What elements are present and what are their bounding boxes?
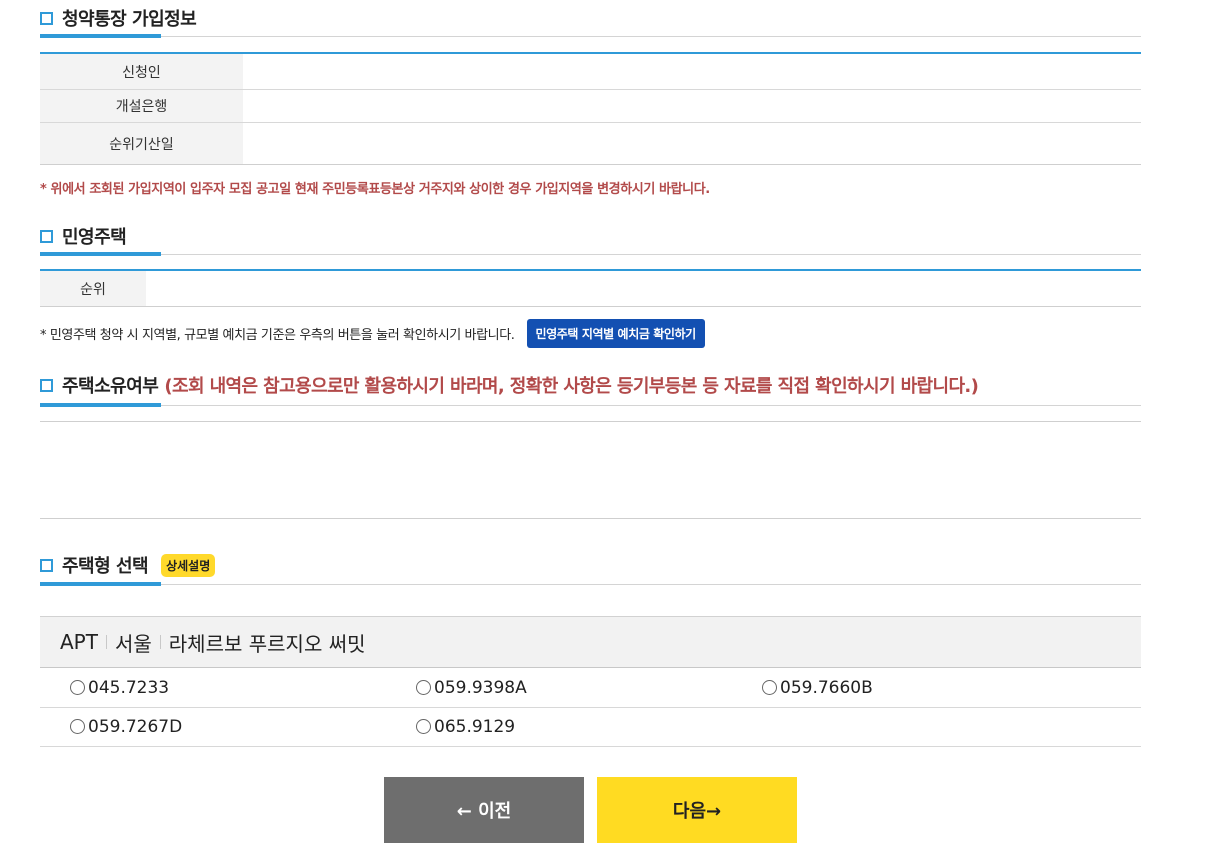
applicant-value — [243, 54, 1141, 89]
option-label: 059.7660B — [780, 677, 873, 698]
ownership-section-note: (조회 내역은 참고용으로만 활용하시기 바라며, 정확한 사항은 등기부등본 … — [164, 376, 979, 397]
region-warning-text: * 위에서 조회된 가입지역이 입주자 모집 공고일 현재 주민등록표등본상 거… — [40, 182, 710, 197]
bank-label: 개설은행 — [40, 90, 243, 122]
housing-option-045-7233[interactable]: 045.7233 — [70, 668, 169, 707]
ownership-result-area — [40, 421, 1141, 519]
radio-icon[interactable] — [416, 719, 431, 734]
radio-icon[interactable] — [70, 680, 85, 695]
radio-icon[interactable] — [762, 680, 777, 695]
bank-value — [243, 90, 1141, 122]
radio-icon[interactable] — [70, 719, 85, 734]
applicant-label: 신청인 — [40, 54, 243, 89]
private-section-header: 민영주택 — [40, 218, 1141, 256]
ownership-section-header: 주택소유여부 (조회 내역은 참고용으로만 활용하시기 바라며, 정확한 사항은… — [40, 365, 1141, 407]
account-info-table: 신청인 개설은행 순위기산일 — [40, 52, 1141, 165]
account-section-header: 청약통장 가입정보 — [40, 0, 1141, 38]
square-bullet-icon — [40, 378, 53, 392]
breadcrumb-type: APT — [60, 630, 98, 654]
option-row: 045.7233 059.9398A 059.7660B — [40, 668, 1141, 708]
rank-start-date-label: 순위기산일 — [40, 123, 243, 164]
type-section-title: 주택형 선택 — [62, 556, 149, 577]
square-bullet-icon — [40, 558, 53, 572]
breadcrumb-complex: 라체르보 푸르지오 써밋 — [168, 631, 366, 656]
option-label: 059.9398A — [434, 677, 527, 698]
rank-start-date-value — [243, 123, 1141, 164]
section-underbar — [40, 403, 161, 407]
housing-option-059-7660b[interactable]: 059.7660B — [762, 668, 873, 707]
housing-option-059-9398a[interactable]: 059.9398A — [416, 668, 527, 707]
ownership-section-title: 주택소유여부 — [62, 376, 159, 397]
application-form: 청약통장 가입정보 신청인 개설은행 순위기산일 * 위에서 조회된 가입지역이… — [40, 0, 1141, 852]
private-section-title: 민영주택 — [62, 227, 127, 248]
next-button[interactable]: 다음→ — [597, 777, 797, 843]
square-bullet-icon — [40, 229, 53, 243]
option-label: 065.9129 — [434, 716, 516, 737]
type-section-header: 주택형 선택 상세설명 — [40, 546, 1141, 586]
table-row: 순위기산일 — [40, 123, 1141, 164]
housing-breadcrumb: APT 서울 라체르보 푸르지오 써밋 — [40, 616, 1141, 668]
table-row: 순위 — [40, 271, 1141, 306]
housing-option-065-9129[interactable]: 065.9129 — [416, 707, 515, 746]
deposit-check-button[interactable]: 민영주택 지역별 예치금 확인하기 — [526, 318, 705, 348]
rank-value — [146, 271, 1141, 306]
option-label: 059.7267D — [88, 716, 183, 737]
table-row: 개설은행 — [40, 90, 1141, 123]
breadcrumb-separator — [105, 635, 107, 649]
square-bullet-icon — [40, 11, 53, 25]
section-underbar — [40, 34, 161, 38]
detail-badge-button[interactable]: 상세설명 — [161, 553, 216, 577]
deposit-hint: * 민영주택 청약 시 지역별, 규모별 예치금 기준은 우측의 버튼을 눌러 … — [40, 318, 705, 348]
private-housing-table: 순위 — [40, 269, 1141, 307]
section-underbar — [40, 582, 161, 586]
breadcrumb-region: 서울 — [114, 631, 152, 656]
table-row: 신청인 — [40, 54, 1141, 90]
option-row: 059.7267D 065.9129 — [40, 707, 1141, 747]
housing-option-059-7267d[interactable]: 059.7267D — [70, 707, 182, 746]
breadcrumb-separator — [159, 635, 161, 649]
deposit-hint-text: * 민영주택 청약 시 지역별, 규모별 예치금 기준은 우측의 버튼을 눌러 … — [40, 327, 515, 343]
rank-label: 순위 — [40, 271, 146, 306]
section-underbar — [40, 252, 161, 256]
prev-button[interactable]: ← 이전 — [384, 777, 584, 843]
option-label: 045.7233 — [88, 677, 170, 698]
radio-icon[interactable] — [416, 680, 431, 695]
account-section-title: 청약통장 가입정보 — [62, 9, 197, 30]
